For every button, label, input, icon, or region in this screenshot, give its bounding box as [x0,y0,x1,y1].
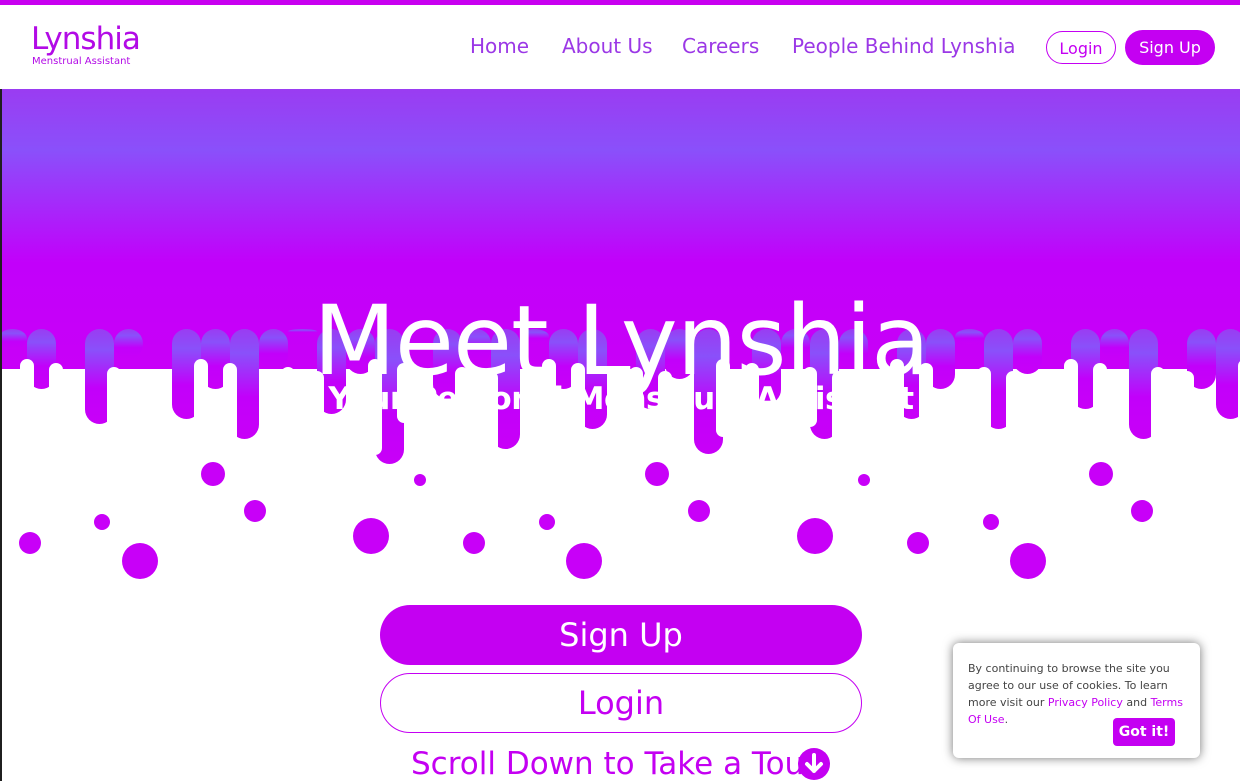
brand-logo[interactable]: Lynshia Menstrual Assistant [31,21,141,68]
nav-link-home[interactable]: Home [470,34,529,58]
brand-tagline: Menstrual Assistant [32,56,131,67]
hero-login-button[interactable]: Login [380,673,862,733]
nav-link-people-behind[interactable]: People Behind Lynshia [792,34,1016,58]
nav-link-about-us[interactable]: About Us [562,34,653,58]
nav-signup-button[interactable]: Sign Up [1125,30,1215,65]
nav-link-careers[interactable]: Careers [682,34,759,58]
privacy-policy-link[interactable]: Privacy Policy [1048,696,1123,709]
hero-banner: Meet Lynshia Your Personal Menstrual Ass… [2,89,1240,589]
hero-title: Meet Lynshia [313,285,930,398]
scroll-tour-link[interactable]: Scroll Down to Take a Tour [411,744,817,784]
cookie-and-text: and [1126,696,1148,709]
cookie-period: . [1004,713,1009,726]
cookie-accept-button[interactable]: Got it! [1113,718,1175,746]
arrow-down-circle-icon[interactable] [798,748,830,780]
nav-login-button[interactable]: Login [1046,31,1116,64]
hero-subtitle: Your Personal Menstrual Assistant [328,381,914,417]
cookie-consent-banner: By continuing to browse the site you agr… [953,643,1200,758]
brand-name: Lynshia [31,21,141,57]
navbar: Lynshia Menstrual Assistant Home About U… [0,5,1240,89]
hero-signup-button[interactable]: Sign Up [380,605,862,665]
